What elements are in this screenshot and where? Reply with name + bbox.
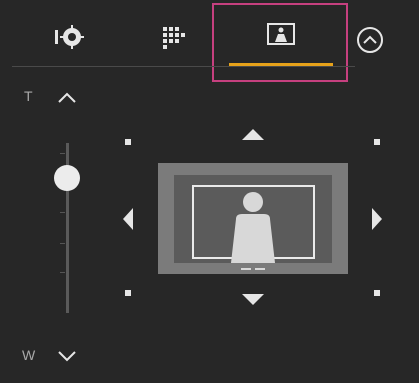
- chevron-up-icon: [58, 92, 76, 103]
- person-silhouette-icon: [224, 190, 282, 273]
- tab-grid[interactable]: [155, 10, 195, 64]
- camera-ring-icon: [55, 25, 84, 49]
- pan-left-button[interactable]: [121, 207, 135, 231]
- triangle-left-icon: [123, 208, 133, 230]
- zoom-slider-thumb[interactable]: [54, 164, 80, 191]
- pan-right-button[interactable]: [370, 207, 384, 231]
- triangle-up-icon: [242, 129, 264, 140]
- zoom-tick: [60, 272, 65, 273]
- tilt-up-button[interactable]: [240, 127, 266, 141]
- zoom-in-button[interactable]: [55, 88, 79, 108]
- chevron-down-icon: [58, 351, 76, 362]
- active-tab-highlight: [212, 3, 348, 82]
- corner-marker-top-right[interactable]: [374, 139, 380, 145]
- tab-camera-settings[interactable]: [50, 10, 90, 64]
- zoom-tick: [60, 153, 65, 154]
- tab-divider: [12, 66, 355, 67]
- triangle-down-icon: [242, 294, 264, 305]
- zoom-tele-label: T: [24, 88, 33, 104]
- zoom-tick: [60, 212, 65, 213]
- tilt-down-button[interactable]: [240, 293, 266, 307]
- grid-dots-icon: [163, 27, 185, 49]
- corner-marker-bottom-right[interactable]: [374, 290, 380, 296]
- zoom-out-button[interactable]: [55, 346, 79, 366]
- chevron-up-circle-icon: [357, 27, 383, 53]
- corner-marker-top-left[interactable]: [125, 139, 131, 145]
- corner-marker-bottom-left[interactable]: [125, 290, 131, 296]
- collapse-button[interactable]: [355, 25, 385, 55]
- triangle-right-icon: [372, 208, 382, 230]
- zoom-tick: [60, 243, 65, 244]
- zoom-wide-label: W: [22, 347, 36, 363]
